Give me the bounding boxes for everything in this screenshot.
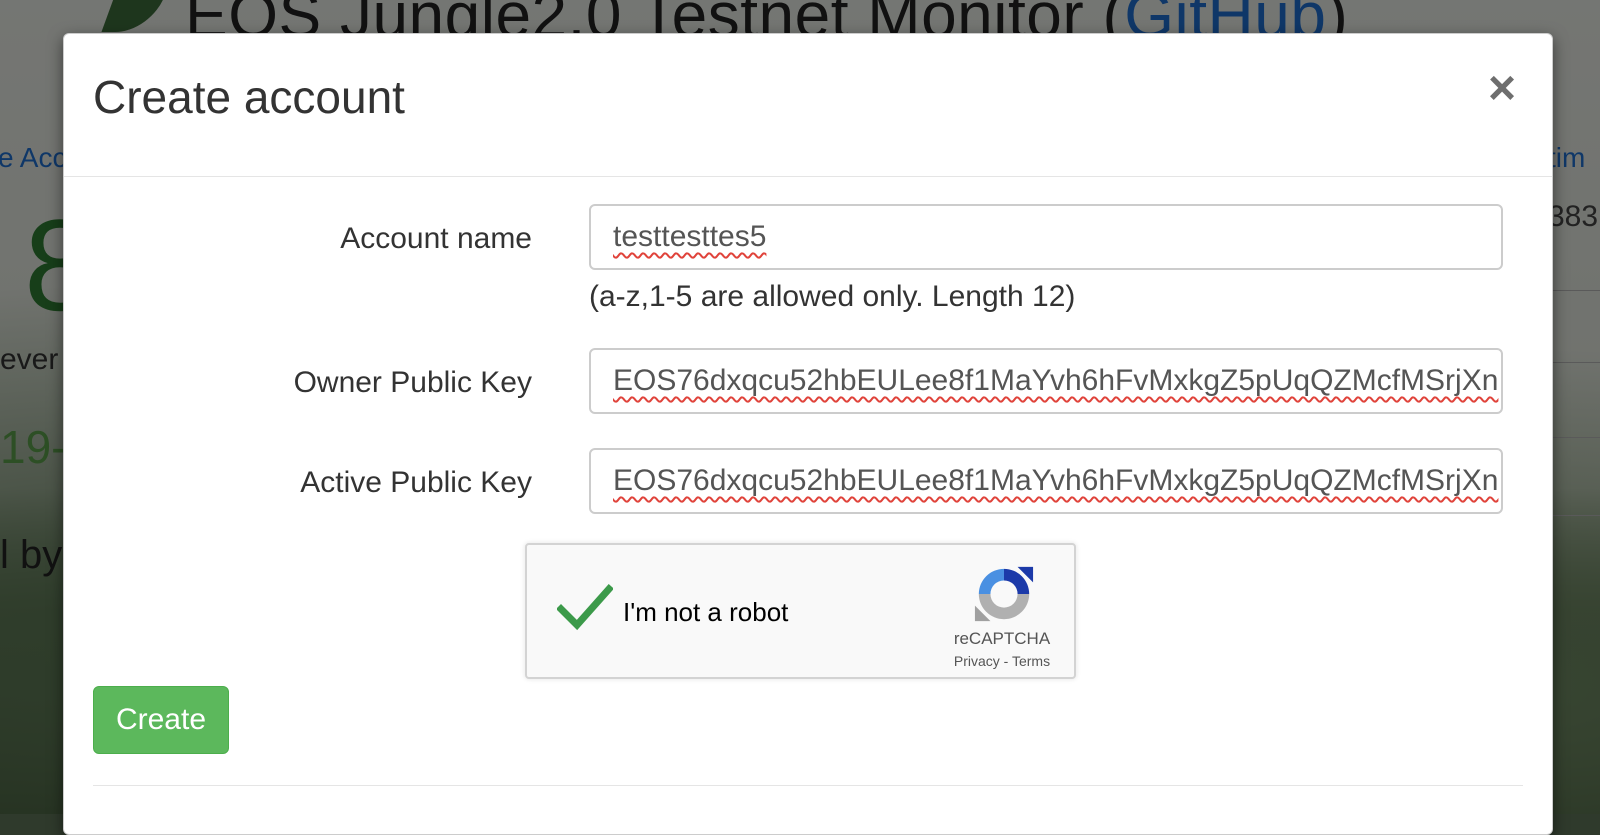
account-name-label: Account name	[340, 222, 532, 255]
recaptcha-brand: reCAPTCHA	[953, 629, 1051, 648]
create-button[interactable]: Create	[93, 686, 229, 754]
recaptcha-logo-icon	[974, 566, 1034, 622]
account-name-help: (a-z,1-5 are allowed only. Length 12)	[589, 280, 1076, 313]
create-account-modal: Create account × Account name testtestte…	[63, 33, 1553, 835]
recaptcha-separator: -	[999, 653, 1012, 669]
recaptcha-terms-link[interactable]: Terms	[1012, 653, 1050, 669]
checkmark-icon[interactable]	[557, 583, 613, 633]
active-key-label: Active Public Key	[300, 466, 532, 499]
modal-title: Create account	[93, 71, 405, 123]
active-key-input[interactable]: EOS76dxqcu52hbEULee8f1MaYvh6hFvMxkgZ5pUq…	[589, 448, 1503, 514]
account-name-input[interactable]: testtesttes5	[589, 204, 1503, 270]
recaptcha-links: Privacy - Terms	[927, 653, 1077, 669]
close-button[interactable]: ×	[1482, 64, 1522, 114]
recaptcha-privacy-link[interactable]: Privacy	[954, 653, 1000, 669]
active-key-value: EOS76dxqcu52hbEULee8f1MaYvh6hFvMxkgZ5pUq…	[613, 464, 1499, 497]
owner-key-label: Owner Public Key	[293, 366, 532, 399]
owner-key-value: EOS76dxqcu52hbEULee8f1MaYvh6hFvMxkgZ5pUq…	[613, 364, 1499, 397]
owner-key-input[interactable]: EOS76dxqcu52hbEULee8f1MaYvh6hFvMxkgZ5pUq…	[589, 348, 1503, 414]
account-name-value: testtesttes5	[613, 220, 767, 253]
modal-header: Create account ×	[64, 34, 1552, 177]
footer-divider	[93, 785, 1523, 786]
recaptcha-label: I'm not a robot	[623, 597, 789, 627]
recaptcha-widget: I'm not a robot reCAPTCHA Privacy - Term…	[525, 543, 1076, 679]
